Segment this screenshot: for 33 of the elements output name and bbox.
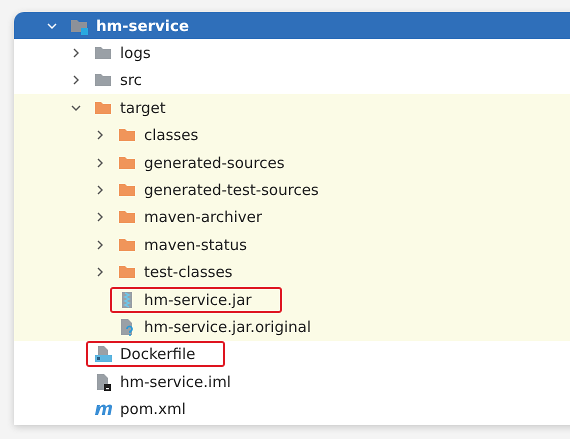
folder-name: generated-test-sources — [144, 181, 319, 200]
tree-row[interactable]: generated-test-sources — [14, 176, 570, 204]
folder-name: target — [120, 98, 166, 117]
file-name: pom.xml — [120, 400, 186, 418]
tree-row[interactable]: Dockerfile — [14, 340, 570, 368]
folder-name: maven-status — [144, 236, 247, 254]
file-name: Dockerfile — [120, 345, 196, 364]
folder-name: generated-sources — [144, 154, 285, 172]
tree-row[interactable]: maven-status — [14, 231, 570, 259]
folder-name: maven-archiver — [144, 208, 262, 226]
file-name: hm-service.jar.original — [144, 318, 312, 336]
tree-row[interactable]: logs — [14, 39, 570, 67]
tree-row[interactable]: hm-service.iml — [14, 368, 570, 396]
folder-name: test-classes — [144, 263, 232, 282]
folder-name: logs — [120, 44, 151, 62]
file-name: hm-service.iml — [120, 372, 231, 391]
module-file-icon — [94, 372, 112, 391]
dockerfile-icon — [94, 345, 112, 364]
folder-name: hm-service — [96, 16, 190, 35]
tree-row[interactable]: generated-sources — [14, 148, 570, 176]
tree-row[interactable]: hm-service — [14, 12, 570, 40]
tree-row[interactable]: src — [14, 66, 570, 94]
folder-name: src — [120, 71, 142, 90]
tree-row[interactable]: test-classes — [14, 258, 570, 286]
tree-row[interactable]: target — [14, 94, 570, 122]
unknown-file-icon — [118, 318, 136, 336]
folder-name: classes — [144, 126, 198, 144]
file-name: hm-service.jar — [144, 290, 252, 309]
tree-row[interactable]: maven-archiver — [14, 204, 570, 232]
tree-row[interactable]: hm-service.jar.original — [14, 313, 570, 341]
tree-row[interactable]: hm-service.jar — [14, 286, 570, 314]
tree-row[interactable]: classes — [14, 122, 570, 149]
tree-row[interactable]: pom.xml — [14, 395, 570, 423]
